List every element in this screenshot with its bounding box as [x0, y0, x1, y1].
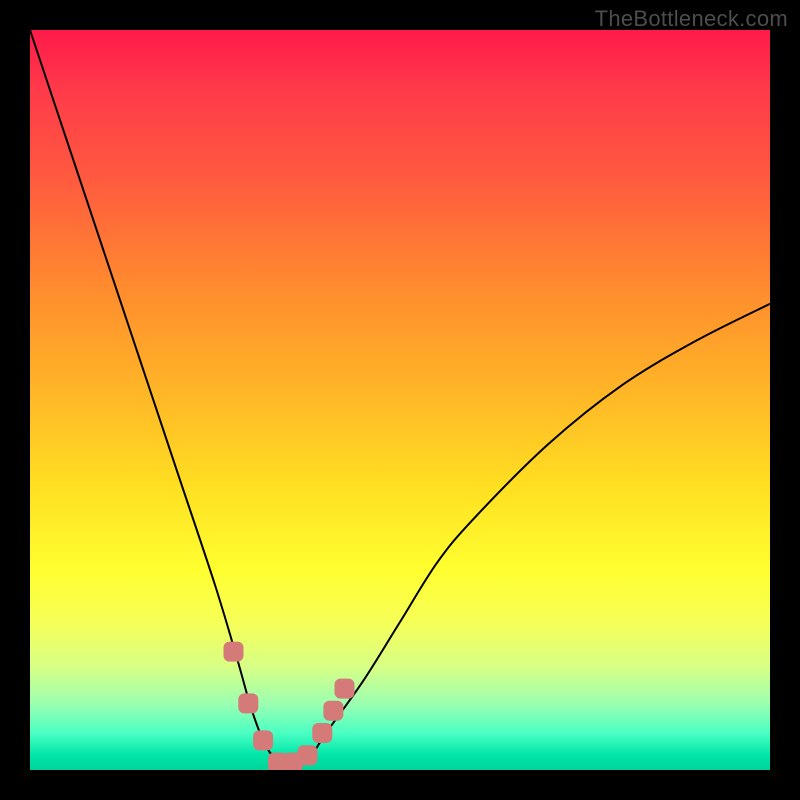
highlight-point [323, 701, 343, 721]
highlight-point [238, 693, 258, 713]
watermark-text: TheBottleneck.com [595, 6, 788, 32]
highlight-point [283, 753, 303, 770]
highlight-point [253, 730, 273, 750]
highlight-point [268, 753, 288, 770]
curve-layer [30, 30, 770, 770]
chart-frame: TheBottleneck.com [0, 0, 800, 800]
markers-layer [30, 30, 770, 770]
highlight-point [298, 745, 318, 765]
highlight-point [335, 679, 355, 699]
highlight-point [312, 723, 332, 743]
plot-area [30, 30, 770, 770]
highlight-point [224, 642, 244, 662]
highlight-points [224, 642, 355, 770]
bottleneck-curve [30, 30, 770, 764]
